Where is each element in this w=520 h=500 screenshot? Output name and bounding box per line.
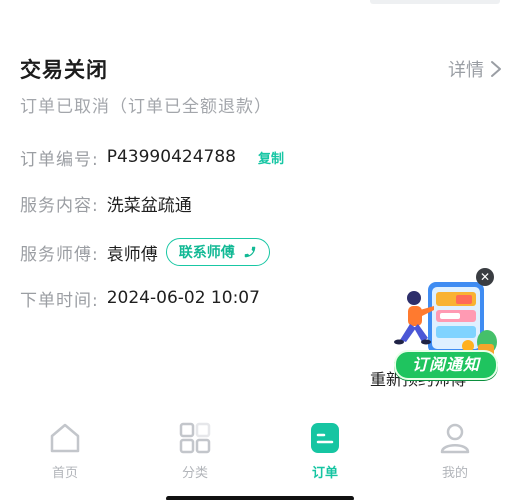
bottom-tab-bar: 首页 分类 订单 我的: [0, 420, 520, 490]
subscribe-promo[interactable]: ✕ 订阅通知: [390, 268, 500, 383]
tab-home[interactable]: 首页: [15, 420, 115, 490]
promo-illustration: [394, 282, 497, 356]
close-icon[interactable]: ✕: [476, 268, 494, 286]
phone-icon: [244, 246, 255, 258]
contact-technician-button[interactable]: 联系师傅: [165, 238, 270, 266]
order-time-value: 2024-06-02 10:07: [106, 288, 260, 308]
chevron-right-icon: [491, 61, 501, 77]
order-time-label: 下单时间:: [20, 290, 99, 311]
order-icon: [310, 420, 340, 456]
service-content-row: 服务内容: 洗菜盆疏通: [20, 189, 192, 217]
technician-value: 袁师傅: [106, 244, 158, 265]
home-icon: [49, 420, 81, 456]
tab-profile-label: 我的: [441, 466, 468, 481]
order-detail-page: 交易关闭 详情 订单已取消（订单已全额退款） 订单编号: P4399042478…: [0, 0, 520, 500]
order-status-title: 交易关闭: [20, 58, 108, 82]
tab-home-label: 首页: [51, 466, 78, 481]
technician-label: 服务师傅:: [20, 244, 99, 265]
order-number-row: 订单编号: P43990424788 复制: [20, 143, 284, 171]
tab-orders-label: 订单: [311, 466, 338, 481]
order-time-row: 下单时间: 2024-06-02 10:07: [20, 284, 260, 312]
detail-link[interactable]: 详情: [448, 56, 502, 82]
tab-category[interactable]: 分类: [145, 420, 245, 490]
home-indicator: [166, 496, 354, 500]
service-content-label: 服务内容:: [20, 195, 99, 216]
category-icon: [179, 420, 211, 456]
order-number-label: 订单编号:: [20, 149, 99, 170]
service-content-value: 洗菜盆疏通: [106, 195, 192, 216]
order-status-subtitle: 订单已取消（订单已全额退款）: [20, 97, 272, 117]
order-number-value: P43990424788: [106, 147, 236, 167]
detail-link-label: 详情: [448, 60, 484, 81]
profile-icon: [439, 420, 471, 456]
subscribe-notification-label[interactable]: 订阅通知: [394, 350, 498, 380]
copy-button[interactable]: 复制: [258, 148, 284, 167]
tab-category-label: 分类: [181, 466, 208, 481]
top-strip: [370, 0, 500, 4]
contact-technician-label: 联系师傅: [178, 245, 235, 261]
tab-profile[interactable]: 我的: [405, 420, 505, 490]
tab-orders[interactable]: 订单: [275, 420, 375, 490]
technician-row: 服务师傅: 袁师傅 联系师傅: [20, 238, 270, 266]
